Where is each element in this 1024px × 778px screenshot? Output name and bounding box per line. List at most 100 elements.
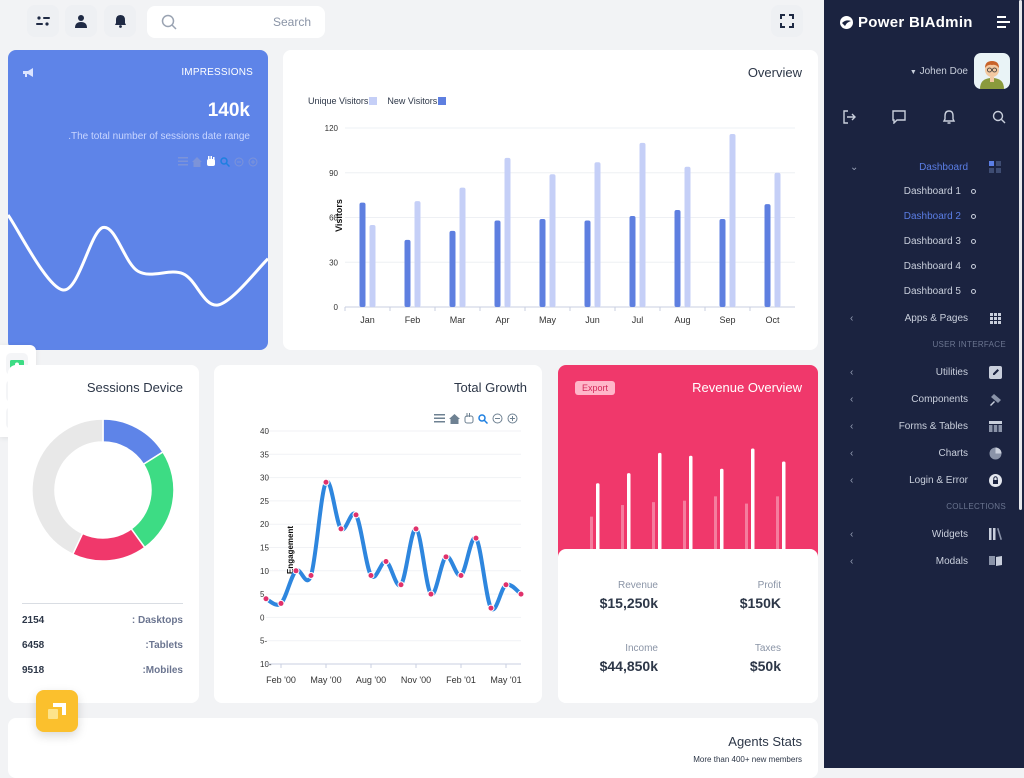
y-tick-label: 90 [329,169,338,178]
bullet-icon [971,189,976,194]
sidebar-item-label: Login & Error [909,474,968,486]
y-tick-label: 30 [260,474,269,483]
sidebar-item-forms-tables[interactable]: ‹ Forms & Tables [824,416,1024,436]
stat-income: Income $44,850k [599,643,658,674]
data-point [412,525,420,533]
bar-unique-visitors [594,162,601,307]
impressions-card: IMPRESSIONS 140k .The total number of se… [8,50,268,350]
session-row: 2154: Dasktops [22,615,183,640]
sidebar-item-apps-pages[interactable]: ‹ Apps & Pages [824,308,1024,328]
growth-line-chart: 40353025201510505-10-Feb '00 May '00 Aug '… [260,427,525,685]
bar-new-visitors [494,220,501,307]
bell-icon [114,15,126,28]
user-name: Johen Doe [919,66,968,77]
bar-new-visitors [719,218,726,307]
library-icon [988,527,1002,541]
lock-icon [988,473,1002,487]
bar-unique-visitors [729,133,736,307]
chevron-left-icon: ‹ [850,393,854,405]
menu-toggle-icon[interactable] [997,16,1010,28]
sidebar-subitem-dashboard-4[interactable]: Dashboard 4 [904,261,976,272]
sidebar-subitem-dashboard-1[interactable]: Dashboard 1 [904,186,976,197]
sidebar-item-utilities[interactable]: ‹ Utilities [824,362,1024,382]
x-tick-label: Mar [450,315,466,325]
notifications-button[interactable] [104,5,136,37]
x-tick-label: Jun [585,315,600,325]
stat-taxes: Taxes $50k [749,643,781,674]
chevron-left-icon: ‹ [850,312,854,324]
agents-subtitle: More than 400+ new members [693,755,802,764]
edit-icon [988,365,1002,379]
pan-hand-icon[interactable] [206,156,216,167]
sidebar-item-label: Utilities [935,366,968,378]
logo-icon [840,16,853,29]
bar-new-visitors [584,220,591,307]
revenue-bar-primary [596,483,600,550]
settings-toggle-button[interactable] [27,5,59,37]
table-icon [988,419,1002,433]
agents-stats-card: Agents Stats More than 400+ new members [8,718,818,778]
avatar[interactable] [974,53,1010,89]
caret-down-icon: ▼ [909,69,917,76]
y-axis-label: Engagement [286,526,295,574]
sidebar-item-widgets[interactable]: ‹ Widgets [824,524,1024,544]
session-value: 6458 [22,640,45,651]
fullscreen-button[interactable] [771,5,803,37]
bar-new-visitors [674,210,681,307]
sidebar-item-modals[interactable]: ‹ Modals [824,551,1024,571]
sidebar-item-login-error[interactable]: ‹ Login & Error [824,470,1024,490]
sidebar-item-label: Charts [938,447,968,459]
sidebar-item-charts[interactable]: ‹ Charts [824,443,1024,463]
bell-icon[interactable] [942,110,956,124]
bar-new-visitors [629,216,636,307]
sidebar-item-components[interactable]: ‹ Components [824,389,1024,409]
brand-logo[interactable]: Power BIAdmin [840,14,973,31]
floating-action-button[interactable] [36,690,78,732]
bar-unique-visitors [369,224,376,307]
fullscreen-icon [780,14,794,28]
home-icon[interactable] [192,156,202,167]
bar-unique-visitors [414,201,421,307]
x-tick-label: Feb '00 [266,675,296,685]
session-label: :Mobiles [142,665,183,676]
sidebar-item-dashboard[interactable]: ⌄ Dashboard [824,157,1024,177]
x-tick-label: Oct [765,315,780,325]
agents-title: Agents Stats [728,734,802,749]
bar-new-visitors [539,218,546,307]
section-collections: COLLECTIONS [946,502,1006,511]
zoom-out-icon[interactable] [234,157,244,167]
revenue-bar-secondary [683,500,686,550]
sidebar-subitem-dashboard-3[interactable]: Dashboard 3 [904,236,976,247]
search-icon [161,14,177,30]
layers-icon [48,703,66,719]
search-input[interactable]: Search [147,6,325,38]
sidebar-subitem-dashboard-2[interactable]: Dashboard 2 [904,211,976,222]
user-menu[interactable]: ▼ Johen Doe [910,66,968,77]
chevron-left-icon: ‹ [850,528,854,540]
sessions-donut-chart [31,418,175,562]
chat-icon[interactable] [892,110,906,124]
revenue-bar-secondary [745,503,748,550]
user-button[interactable] [65,5,97,37]
zoom-icon[interactable] [220,156,230,167]
sidebar-item-label: Widgets [931,528,968,540]
impressions-value: 140k [207,100,250,121]
data-point [382,557,390,565]
y-axis-label: Visitors [334,199,344,232]
menu-icon[interactable] [178,157,188,166]
session-value: 9518 [22,665,45,676]
sidebar-item-label: Apps & Pages [904,312,968,324]
x-tick-label: May '00 [310,675,341,685]
impressions-sparkline [8,214,268,307]
brand-name: Power BIAdmin [858,14,973,31]
sidebar-subitem-dashboard-5[interactable]: Dashboard 5 [904,286,976,297]
x-tick-label: Jan [360,315,375,325]
total-growth-card: Total Growth 40 35 30 25 20 15 10 5 0 5- 10- Feb '0… [214,365,542,703]
x-tick-label: Jul [632,315,644,325]
x-tick-label: Sep [719,315,735,325]
zoom-in-icon[interactable] [248,157,258,167]
logout-icon[interactable] [842,110,856,124]
data-point [517,590,525,598]
revenue-bar-primary [689,455,693,550]
search-icon[interactable] [992,110,1006,124]
